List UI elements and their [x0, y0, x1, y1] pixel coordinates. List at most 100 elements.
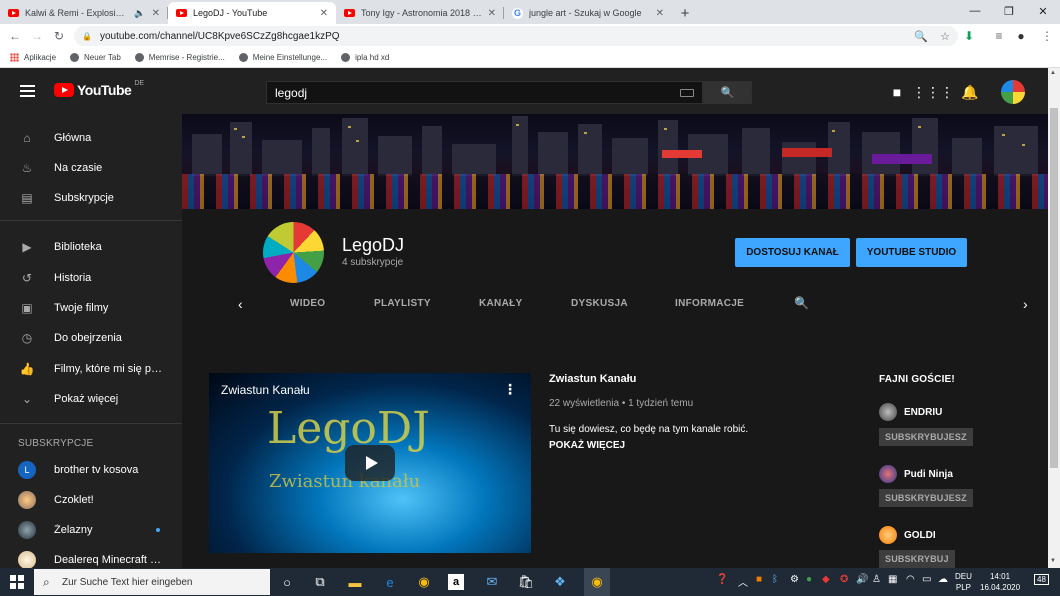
tab-about[interactable]: INFORMACJE: [675, 298, 744, 309]
profile-icon[interactable]: ●: [1014, 26, 1028, 46]
close-window-icon[interactable]: ✕: [1026, 0, 1060, 22]
back-arrow-icon[interactable]: ←: [4, 29, 26, 43]
youtube-logo[interactable]: YouTube DE: [54, 80, 144, 98]
sidebar-item-watch-later[interactable]: ◷ Do obejrzenia: [0, 323, 182, 353]
tray-app-icon[interactable]: ⚙: [790, 574, 799, 585]
bookmark-item[interactable]: Meine Einstellunge...: [238, 53, 327, 62]
apps-grid-icon[interactable]: ⋮⋮⋮: [912, 84, 954, 100]
close-tab-icon[interactable]: ✕: [656, 8, 664, 19]
browser-tab[interactable]: Tony Igy - Astronomia 2018 (Re ✕: [336, 2, 504, 24]
trailer-video-player[interactable]: LegoDJ Zwiastun kanału Zwiastun Kanału ⋮: [209, 373, 531, 553]
zoom-icon[interactable]: 🔍: [914, 30, 928, 43]
create-video-icon[interactable]: ■: [888, 84, 906, 100]
taskbar-search-input[interactable]: ⌕ Zur Suche Text hier eingeben: [34, 569, 270, 595]
cortana-icon[interactable]: ○: [277, 572, 297, 592]
search-input[interactable]: legodj: [266, 81, 703, 104]
tray-app-icon[interactable]: ♙: [872, 574, 881, 585]
chevron-right-icon[interactable]: ›: [1023, 296, 1028, 312]
youtube-studio-button[interactable]: YOUTUBE STUDIO: [856, 238, 967, 267]
notification-center-icon[interactable]: 48: [1034, 574, 1049, 585]
close-tab-icon[interactable]: ✕: [152, 8, 160, 19]
tray-app-icon[interactable]: ■: [756, 574, 762, 585]
minimize-icon[interactable]: —: [958, 0, 992, 22]
onedrive-icon[interactable]: ☁: [938, 574, 948, 585]
address-bar[interactable]: 🔒 youtube.com/channel/UC8Kpve6SCzZg8hcga…: [74, 26, 958, 46]
browser-tab-active[interactable]: LegoDJ - YouTube ✕: [168, 2, 336, 24]
taskbar-clock[interactable]: 14:01 16.04.2020: [980, 571, 1020, 593]
chrome-menu-icon[interactable]: ⋮: [1040, 26, 1054, 46]
close-tab-icon[interactable]: ✕: [488, 8, 496, 19]
store-icon[interactable]: 🛍: [516, 572, 536, 592]
browser-tab[interactable]: Kalwi & Remi - Explosion (Fr 🔈 ✕: [0, 2, 168, 24]
featured-channel-name[interactable]: Pudi Ninja: [904, 469, 953, 480]
featured-channel-avatar[interactable]: [879, 465, 897, 483]
reload-icon[interactable]: ↻: [48, 29, 70, 43]
chrome-icon[interactable]: ◉: [414, 572, 434, 592]
subscription-item[interactable]: Żelazny: [0, 515, 182, 545]
windows-start-icon[interactable]: [10, 575, 24, 589]
subscribe-button[interactable]: SUBSKRYBUJ: [879, 550, 955, 568]
dropbox-icon[interactable]: ❖: [550, 572, 570, 592]
browser-tab[interactable]: G jungle art - Szukaj w Google ✕: [504, 2, 672, 24]
tab-videos[interactable]: WIDEO: [290, 298, 325, 309]
wifi-icon[interactable]: ◠: [906, 574, 915, 585]
volume-icon[interactable]: 🔊: [856, 574, 868, 585]
sidebar-item-home[interactable]: ⌂ Główna: [0, 123, 182, 153]
featured-channel-avatar[interactable]: [879, 526, 897, 544]
task-view-icon[interactable]: ⧉: [310, 572, 330, 592]
chevron-left-icon[interactable]: ‹: [238, 296, 243, 312]
scrollbar-thumb[interactable]: [1050, 108, 1058, 468]
play-button[interactable]: [345, 445, 395, 481]
keyboard-icon[interactable]: [680, 88, 694, 97]
forward-arrow-icon[interactable]: →: [26, 29, 48, 43]
notifications-bell-icon[interactable]: 🔔: [961, 84, 979, 100]
bookmark-star-icon[interactable]: ☆: [940, 30, 950, 43]
sidebar-item-trending[interactable]: ♨ Na czasie: [0, 153, 182, 183]
featured-channel-name[interactable]: ENDRIU: [904, 407, 942, 418]
subscribed-button[interactable]: SUBSKRYBUJESZ: [879, 428, 973, 446]
tab-channels[interactable]: KANAŁY: [479, 298, 522, 309]
tray-app-icon[interactable]: ●: [806, 574, 812, 585]
edge-icon[interactable]: e: [380, 572, 400, 592]
battery-icon[interactable]: ▭: [922, 574, 931, 585]
subscription-item[interactable]: Lbrother tv kosova: [0, 455, 182, 485]
bookmark-item[interactable]: Memrise - Registrie...: [134, 53, 225, 62]
tab-discussion[interactable]: DYSKUSJA: [571, 298, 628, 309]
sidebar-item-subscriptions[interactable]: ▤ Subskrypcje: [0, 183, 182, 213]
subscribed-button[interactable]: SUBSKRYBUJESZ: [879, 489, 973, 507]
tray-app-icon[interactable]: ◆: [822, 574, 830, 585]
input-language[interactable]: DEU PLP: [955, 571, 972, 593]
download-arrow-icon[interactable]: ⬇: [962, 26, 976, 46]
tray-expand-icon[interactable]: ︿: [738, 574, 748, 589]
scroll-up-icon[interactable]: ▲: [1050, 70, 1056, 76]
account-avatar[interactable]: [1001, 80, 1025, 104]
sidebar-item-history[interactable]: ↺ Historia: [0, 263, 182, 293]
new-tab-icon[interactable]: +: [672, 2, 698, 24]
sidebar-item-library[interactable]: ▶ Biblioteka: [0, 232, 182, 262]
bookmark-apps[interactable]: Aplikacje: [10, 53, 56, 62]
page-scrollbar[interactable]: ▲ ▼: [1048, 68, 1060, 568]
bookmark-item[interactable]: ipla hd xd: [341, 53, 389, 62]
sidebar-item-your-videos[interactable]: ▣ Twoje filmy: [0, 293, 182, 323]
speaker-icon[interactable]: 🔈: [134, 8, 145, 19]
bluetooth-icon[interactable]: ᛒ: [772, 574, 778, 585]
close-tab-icon[interactable]: ✕: [320, 8, 328, 19]
sidebar-item-show-more[interactable]: ⌄ Pokaż więcej: [0, 384, 182, 414]
show-more-link[interactable]: POKAŻ WIĘCEJ: [549, 440, 625, 451]
file-explorer-icon[interactable]: ▬: [345, 572, 365, 592]
bookmark-item[interactable]: Neuer Tab: [70, 53, 121, 62]
search-button[interactable]: 🔍: [703, 81, 752, 104]
featured-channel-avatar[interactable]: [879, 403, 897, 421]
subscription-item[interactable]: Czoklet!: [0, 485, 182, 515]
trailer-title[interactable]: Zwiastun Kanału: [549, 373, 636, 385]
channel-search-icon[interactable]: 🔍: [794, 296, 809, 310]
sidebar-item-liked-videos[interactable]: 👍 Filmy, które mi się po...: [0, 354, 182, 384]
media-queue-icon[interactable]: ≡: [992, 26, 1006, 46]
more-options-icon[interactable]: ⋮: [503, 381, 517, 398]
featured-channel-name[interactable]: GOLDI: [904, 530, 936, 541]
tab-playlists[interactable]: PLAYLISTY: [374, 298, 431, 309]
help-icon[interactable]: ❓: [716, 574, 728, 585]
tray-app-icon[interactable]: ✪: [840, 574, 848, 585]
tray-app-icon[interactable]: ▦: [888, 574, 897, 585]
scroll-down-icon[interactable]: ▼: [1050, 558, 1056, 564]
